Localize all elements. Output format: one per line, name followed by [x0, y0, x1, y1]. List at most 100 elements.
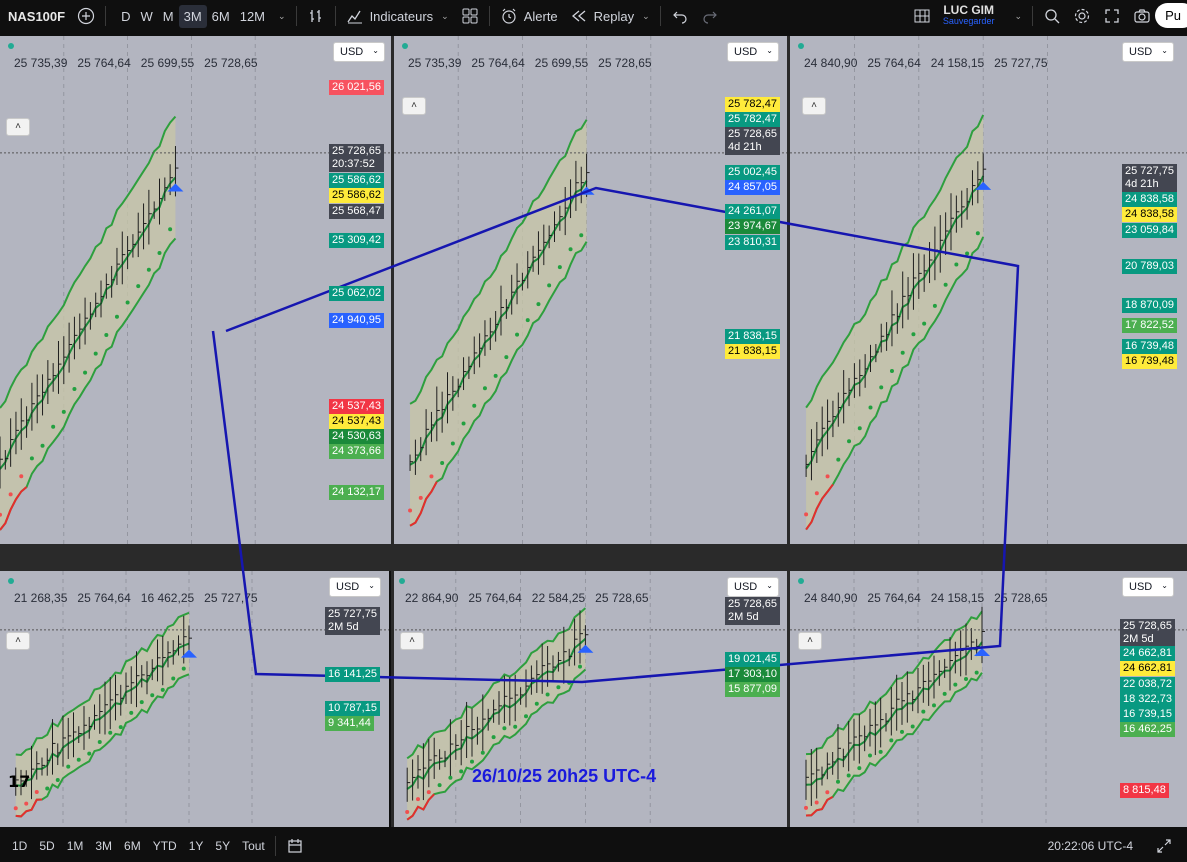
alert-button[interactable]: Alerte: [494, 0, 564, 32]
interval-w[interactable]: W: [135, 9, 157, 24]
price-label[interactable]: 9 341,44: [325, 716, 374, 731]
collapse-legend-button[interactable]: ˄: [402, 97, 426, 115]
range-1y[interactable]: 1Y: [183, 839, 210, 853]
price-label[interactable]: 24 373,66: [329, 444, 384, 459]
tradingview-logo[interactable]: 17: [8, 772, 30, 791]
price-label[interactable]: 21 838,15: [725, 329, 780, 344]
price-label[interactable]: 25 728,65 2M 5d: [1120, 619, 1175, 647]
fullscreen-button[interactable]: [1097, 0, 1127, 32]
utc-clock[interactable]: 20:22:06 UTC-4: [1048, 839, 1133, 853]
redo-button[interactable]: [695, 0, 725, 32]
price-chart-canvas[interactable]: [790, 36, 1187, 544]
range-ytd[interactable]: YTD: [147, 839, 183, 853]
price-label[interactable]: 20 789,03: [1122, 259, 1177, 274]
price-label[interactable]: 15 877,09: [725, 682, 780, 697]
layout-menu-button[interactable]: ⌄: [1000, 0, 1028, 32]
price-label[interactable]: 25 728,65 2M 5d: [725, 597, 780, 625]
range-1m[interactable]: 1M: [61, 839, 90, 853]
indicators-button[interactable]: Indicateurs ⌄: [340, 0, 455, 32]
publish-button[interactable]: Pu: [1155, 3, 1187, 28]
chart-pane-3[interactable]: 24 840,90 25 764,64 24 158,15 25 727,75 USD ⌄…: [790, 36, 1187, 544]
price-label[interactable]: 21 838,15: [725, 344, 780, 359]
price-label[interactable]: 10 787,15: [325, 701, 380, 716]
currency-select[interactable]: USD ⌄: [727, 42, 779, 62]
price-label[interactable]: 19 021,45: [725, 652, 780, 667]
symbol-search[interactable]: NAS100F: [0, 0, 71, 32]
range-6m[interactable]: 6M: [118, 839, 147, 853]
collapse-legend-button[interactable]: ˄: [798, 632, 822, 650]
price-label[interactable]: 25 782,47: [725, 97, 780, 112]
pane-divider[interactable]: [0, 544, 1187, 571]
currency-select[interactable]: USD ⌄: [1122, 42, 1174, 62]
price-label[interactable]: 24 530,63: [329, 429, 384, 444]
price-label[interactable]: 16 141,25: [325, 667, 380, 682]
interval-6m[interactable]: 6M: [207, 9, 235, 24]
interval-3m[interactable]: 3M: [178, 4, 207, 28]
range-5y[interactable]: 5Y: [209, 839, 236, 853]
price-label[interactable]: 18 870,09: [1122, 298, 1177, 313]
price-label[interactable]: 23 974,67: [725, 219, 780, 234]
chevron-down-icon[interactable]: ⌄: [278, 11, 286, 22]
save-layout-button[interactable]: LUC GIM Sauvegarder: [937, 4, 1001, 27]
collapse-legend-button[interactable]: ˄: [802, 97, 826, 115]
compare-add-button[interactable]: [71, 0, 101, 32]
price-label[interactable]: 25 002,45: [725, 165, 780, 180]
price-label[interactable]: 24 132,17: [329, 485, 384, 500]
collapse-legend-button[interactable]: ˄: [6, 118, 30, 136]
price-label[interactable]: 16 739,15: [1120, 707, 1175, 722]
range-5d[interactable]: 5D: [33, 839, 60, 853]
date-range-icon[interactable]: [286, 837, 304, 855]
currency-select[interactable]: USD ⌄: [1122, 577, 1174, 597]
price-label[interactable]: 25 586,62: [329, 173, 384, 188]
chart-type-button[interactable]: [301, 0, 331, 32]
replay-button[interactable]: Replay ⌄: [564, 0, 656, 32]
price-label[interactable]: 25 728,65 4d 21h: [725, 127, 780, 155]
price-label[interactable]: 17 303,10: [725, 667, 780, 682]
price-label[interactable]: 24 838,58: [1122, 207, 1177, 222]
price-label[interactable]: 25 727,75 2M 5d: [325, 607, 380, 635]
interval-m[interactable]: M: [158, 9, 179, 24]
price-label[interactable]: 24 838,58: [1122, 192, 1177, 207]
price-label[interactable]: 24 537,43: [329, 414, 384, 429]
price-label[interactable]: 24 940,95: [329, 313, 384, 328]
price-label[interactable]: 25 728,65 20:37:52: [329, 144, 384, 172]
settings-button[interactable]: [1067, 0, 1097, 32]
chevron-down-icon[interactable]: ⌄: [441, 11, 449, 22]
chevron-down-icon[interactable]: ⌄: [642, 11, 650, 22]
price-label[interactable]: 8 815,48: [1120, 783, 1169, 798]
pane-divider[interactable]: [391, 36, 394, 827]
interval-d[interactable]: D: [116, 9, 135, 24]
price-label[interactable]: 18 322,73: [1120, 692, 1175, 707]
price-label[interactable]: 24 662,81: [1120, 661, 1175, 676]
price-label[interactable]: 16 739,48: [1122, 339, 1177, 354]
price-label[interactable]: 25 782,47: [725, 112, 780, 127]
range-all[interactable]: Tout: [236, 839, 271, 853]
price-label[interactable]: 25 062,02: [329, 286, 384, 301]
price-label[interactable]: 26 021,56: [329, 80, 384, 95]
price-label[interactable]: 24 857,05: [725, 180, 780, 195]
price-label[interactable]: 25 727,75 4d 21h: [1122, 164, 1177, 192]
price-label[interactable]: 16 739,48: [1122, 354, 1177, 369]
layout-button[interactable]: [907, 0, 937, 32]
price-label[interactable]: 22 038,72: [1120, 677, 1175, 692]
currency-select[interactable]: USD ⌄: [333, 42, 385, 62]
date-annotation[interactable]: 26/10/25 20h25 UTC-4: [472, 766, 656, 787]
price-label[interactable]: 24 662,81: [1120, 646, 1175, 661]
price-label[interactable]: 23 059,84: [1122, 223, 1177, 238]
price-label[interactable]: 16 462,25: [1120, 722, 1175, 737]
price-label[interactable]: 23 810,31: [725, 235, 780, 250]
snapshot-button[interactable]: [1127, 0, 1157, 32]
range-1d[interactable]: 1D: [6, 839, 33, 853]
range-3m[interactable]: 3M: [89, 839, 118, 853]
undo-button[interactable]: [665, 0, 695, 32]
price-label[interactable]: 24 261,07: [725, 204, 780, 219]
price-label[interactable]: 17 822,52: [1122, 318, 1177, 333]
templates-button[interactable]: [455, 0, 485, 32]
price-label[interactable]: 24 537,43: [329, 399, 384, 414]
collapse-legend-button[interactable]: ˄: [400, 632, 424, 650]
quick-search-button[interactable]: [1037, 0, 1067, 32]
pane-divider[interactable]: [787, 36, 790, 827]
interval-12m[interactable]: 12M: [235, 9, 270, 24]
price-label[interactable]: 25 586,62: [329, 188, 384, 203]
currency-select[interactable]: USD ⌄: [329, 577, 381, 597]
